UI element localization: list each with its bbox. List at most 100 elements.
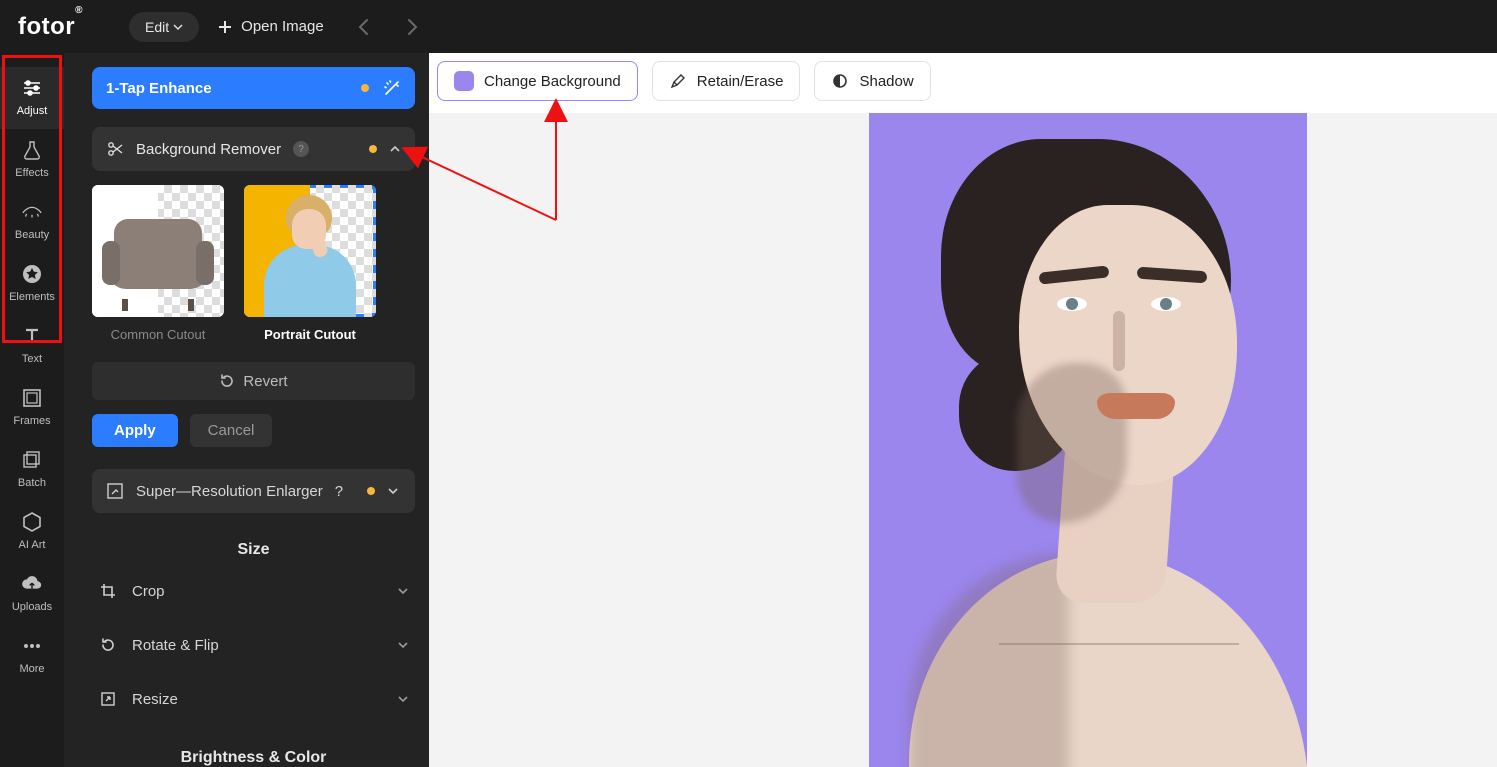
premium-dot-icon: [369, 145, 377, 153]
hexagon-icon: [21, 511, 43, 533]
canvas-stage[interactable]: [429, 113, 1497, 767]
shadow-button[interactable]: Shadow: [814, 61, 930, 101]
shadow-icon: [831, 72, 849, 90]
brand-logo: fotor®: [18, 13, 83, 41]
arrow-right-icon: [402, 17, 422, 37]
dots-icon: [21, 635, 43, 657]
frame-icon: [21, 387, 43, 409]
premium-dot-icon: [361, 84, 369, 92]
crop-icon: [98, 582, 118, 600]
help-icon[interactable]: ?: [335, 483, 343, 500]
portrait-cutout-option[interactable]: Portrait Cutout: [244, 185, 376, 342]
canvas-area: Change Background Retain/Erase Shadow: [429, 53, 1497, 767]
bg-remover-header[interactable]: Background Remover ?: [92, 127, 415, 171]
rail-label: Batch: [18, 477, 46, 489]
super-resolution-header[interactable]: Super—Resolution Enlarger ?: [92, 469, 415, 513]
rail-label: Text: [22, 353, 42, 365]
magic-wand-icon: [383, 79, 401, 97]
top-bar: fotor® Edit Open Image: [0, 0, 1497, 53]
canvas-image[interactable]: [869, 113, 1307, 767]
chevron-down-icon: [173, 22, 183, 32]
apply-button[interactable]: Apply: [92, 414, 178, 447]
chevron-down-icon: [397, 585, 409, 597]
premium-dot-icon: [367, 487, 375, 495]
rail-label: AI Art: [19, 539, 46, 551]
retain-erase-button[interactable]: Retain/Erase: [652, 61, 801, 101]
rotate-flip-row[interactable]: Rotate & Flip: [92, 623, 415, 667]
arrow-left-icon: [354, 17, 374, 37]
portrait-cutout-label: Portrait Cutout: [244, 327, 376, 342]
one-tap-enhance-button[interactable]: 1-Tap Enhance: [92, 67, 415, 109]
apply-label: Apply: [114, 422, 156, 439]
rail-label: Beauty: [15, 229, 49, 241]
rail-adjust[interactable]: Adjust: [0, 67, 64, 129]
brightness-section-title: Brightness & Color: [92, 749, 415, 767]
crop-row[interactable]: Crop: [92, 569, 415, 613]
rail-batch[interactable]: Batch: [0, 439, 64, 501]
common-cutout-option[interactable]: Common Cutout: [92, 185, 224, 342]
flask-icon: [21, 139, 43, 161]
rail-label: Uploads: [12, 601, 52, 613]
revert-label: Revert: [243, 373, 287, 390]
cloud-upload-icon: [21, 573, 43, 595]
rail-more[interactable]: More: [0, 625, 64, 687]
rail-label: More: [19, 663, 44, 675]
common-cutout-label: Common Cutout: [92, 327, 224, 342]
sliders-icon: [21, 77, 43, 99]
rail-beauty[interactable]: Beauty: [0, 191, 64, 253]
nav-back-button[interactable]: [354, 17, 374, 37]
size-section-title: Size: [92, 541, 415, 559]
cancel-button[interactable]: Cancel: [190, 414, 273, 447]
brand-text: fotor: [18, 13, 75, 40]
nav-forward-button[interactable]: [402, 17, 422, 37]
cutout-options: Common Cutout Portrait Cutout: [92, 185, 415, 342]
rail-aiart[interactable]: AI Art: [0, 501, 64, 563]
cancel-label: Cancel: [208, 422, 255, 439]
chevron-down-icon: [397, 693, 409, 705]
apply-cancel-row: Apply Cancel: [92, 414, 415, 447]
retain-erase-label: Retain/Erase: [697, 73, 784, 90]
rotate-label: Rotate & Flip: [132, 637, 219, 654]
rotate-icon: [98, 636, 118, 654]
shadow-label: Shadow: [859, 73, 913, 90]
crop-label: Crop: [132, 583, 165, 600]
change-background-button[interactable]: Change Background: [437, 61, 638, 101]
left-rail: Adjust Effects Beauty Elements Text Fram…: [0, 53, 64, 767]
eye-icon: [21, 201, 43, 223]
canvas-toolbar: Change Background Retain/Erase Shadow: [437, 61, 931, 101]
star-circle-icon: [21, 263, 43, 285]
enlarge-icon: [106, 482, 124, 500]
stack-icon: [21, 449, 43, 471]
scissors-icon: [106, 140, 124, 158]
superres-label: Super—Resolution Enlarger: [136, 483, 323, 500]
resize-label: Resize: [132, 691, 178, 708]
edit-menu[interactable]: Edit: [129, 12, 199, 42]
pencil-icon: [669, 72, 687, 90]
chevron-down-icon: [387, 485, 399, 497]
help-icon[interactable]: ?: [293, 141, 309, 157]
rail-label: Effects: [15, 167, 48, 179]
rail-elements[interactable]: Elements: [0, 253, 64, 315]
adjust-panel: 1-Tap Enhance Background Remover ? Commo…: [64, 53, 429, 767]
chevron-down-icon: [397, 639, 409, 651]
common-cutout-thumb: [92, 185, 224, 317]
open-image-button[interactable]: Open Image: [217, 18, 324, 35]
rail-label: Frames: [13, 415, 50, 427]
text-icon: [21, 325, 43, 347]
revert-button[interactable]: Revert: [92, 362, 415, 400]
open-image-label: Open Image: [241, 18, 324, 35]
registered-icon: ®: [75, 5, 83, 16]
change-bg-label: Change Background: [484, 73, 621, 90]
enhance-label: 1-Tap Enhance: [106, 80, 212, 97]
portrait-cutout-thumb: [244, 185, 376, 317]
resize-icon: [98, 690, 118, 708]
rail-effects[interactable]: Effects: [0, 129, 64, 191]
rail-uploads[interactable]: Uploads: [0, 563, 64, 625]
rail-label: Adjust: [17, 105, 48, 117]
rail-frames[interactable]: Frames: [0, 377, 64, 439]
revert-icon: [219, 373, 235, 389]
rail-text[interactable]: Text: [0, 315, 64, 377]
plus-icon: [217, 19, 233, 35]
resize-row[interactable]: Resize: [92, 677, 415, 721]
bg-remover-label: Background Remover: [136, 141, 281, 158]
